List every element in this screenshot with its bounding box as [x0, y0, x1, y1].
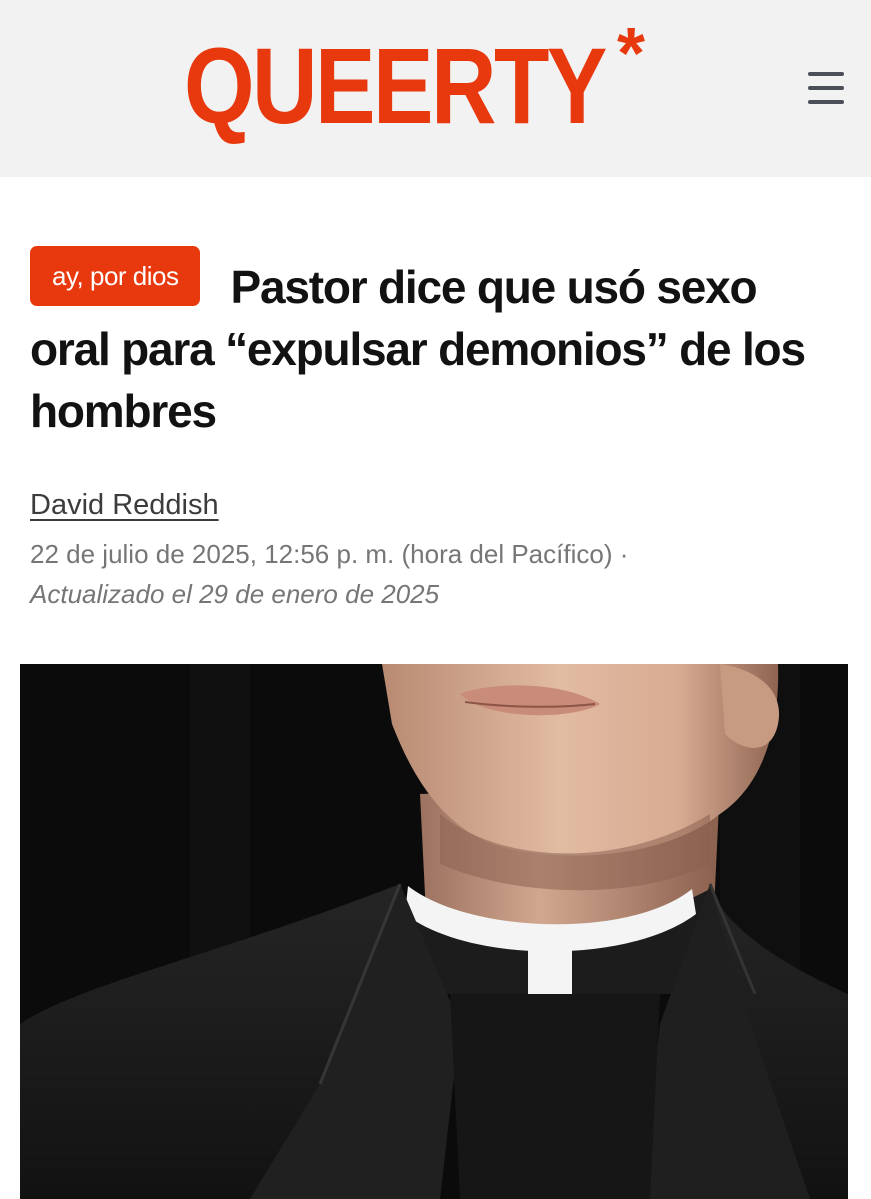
- logo-wordmark: QUEERTY: [184, 25, 607, 146]
- logo-asterisk: *: [617, 14, 646, 94]
- menu-bar: [808, 86, 844, 90]
- menu-bar: [808, 100, 844, 104]
- site-header: QUEERTY *: [0, 0, 871, 177]
- queerty-logo[interactable]: QUEERTY *: [184, 18, 664, 146]
- hero-image: [20, 664, 848, 1199]
- updated-date: Actualizado el 29 de enero de 2025: [30, 579, 440, 609]
- category-tag[interactable]: ay, por dios: [30, 246, 201, 306]
- publish-date: 22 de julio de 2025, 12:56 p. m. (hora d…: [30, 539, 629, 569]
- hamburger-menu-icon[interactable]: [798, 64, 854, 112]
- menu-bar: [808, 72, 844, 76]
- headline-block: ay, por dios Pastor dice que usó sexo or…: [30, 246, 830, 442]
- author-link[interactable]: David Reddish: [30, 486, 219, 524]
